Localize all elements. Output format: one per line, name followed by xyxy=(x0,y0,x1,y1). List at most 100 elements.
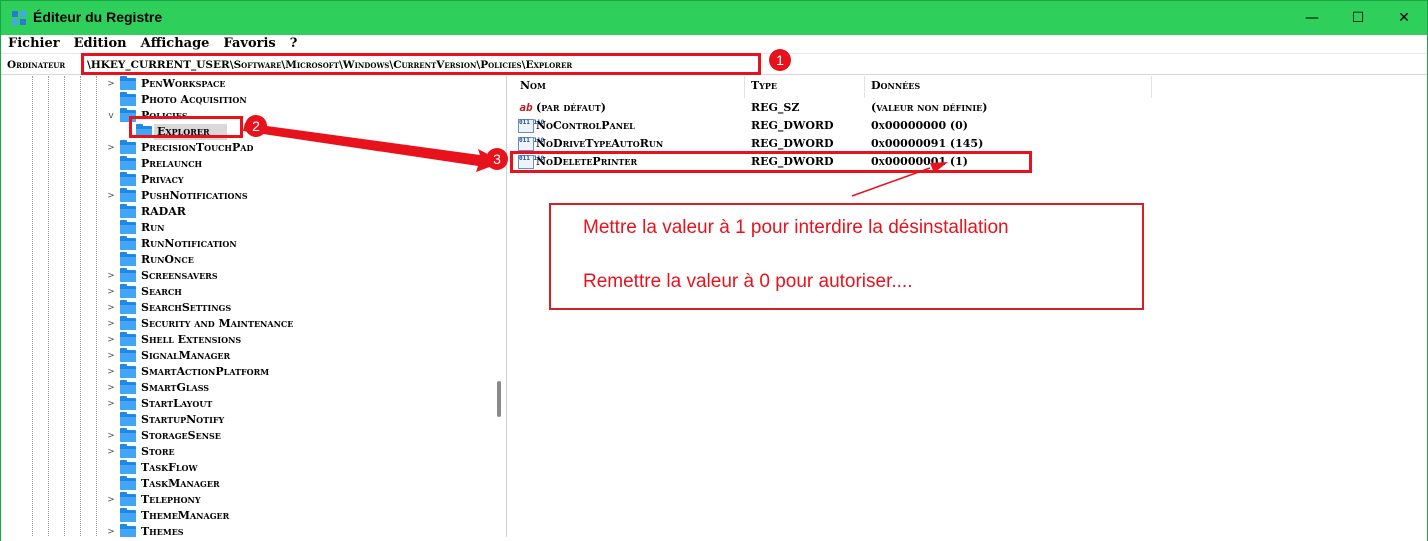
expand-chevron-icon[interactable]: > xyxy=(106,141,116,155)
tree-item[interactable]: > Screensavers xyxy=(4,268,489,284)
expand-chevron-icon[interactable] xyxy=(106,509,116,523)
expand-chevron-icon[interactable] xyxy=(106,93,116,107)
expand-chevron-icon[interactable] xyxy=(106,237,116,251)
menu-affichage[interactable]: Affichage xyxy=(134,35,217,53)
tree-item-label: Shell Extensions xyxy=(141,333,242,346)
expand-chevron-icon[interactable] xyxy=(106,253,116,267)
expand-chevron-icon[interactable]: > xyxy=(106,189,116,203)
badge-3: 3 xyxy=(486,148,508,170)
callout-line-2: Remettre la valeur à 0 pour autoriser...… xyxy=(583,271,913,292)
minimize-icon: — xyxy=(1305,10,1319,26)
tree-item[interactable]: RADAR xyxy=(4,204,489,220)
menu-fichier[interactable]: Fichier xyxy=(1,35,67,53)
tree-item-label: StartLayout xyxy=(141,397,213,410)
tree-item[interactable]: RunOnce xyxy=(4,252,489,268)
tree-item-label: StorageSense xyxy=(141,429,221,442)
menu-edition[interactable]: Edition xyxy=(67,35,134,53)
column-type[interactable]: Type xyxy=(751,79,777,92)
column-separator[interactable] xyxy=(864,76,865,98)
tree-item[interactable]: ThemeManager xyxy=(4,508,489,524)
expand-chevron-icon[interactable]: > xyxy=(106,365,116,379)
maximize-button[interactable]: ☐ xyxy=(1335,1,1381,35)
expand-chevron-icon[interactable] xyxy=(106,205,116,219)
tree-item[interactable]: > Telephony xyxy=(4,492,489,508)
tree-item[interactable]: > Store xyxy=(4,444,489,460)
value-row[interactable]: 011 110 NoControlPanel REG_DWORD 0x00000000… xyxy=(512,117,1152,135)
expand-chevron-icon[interactable] xyxy=(106,461,116,475)
binary-value-icon: 011 110 xyxy=(518,119,544,133)
expand-chevron-icon[interactable] xyxy=(106,221,116,235)
expand-chevron-icon[interactable]: > xyxy=(106,493,116,507)
folder-icon xyxy=(120,92,136,106)
folder-icon xyxy=(120,332,136,346)
minimize-button[interactable]: — xyxy=(1289,1,1335,35)
value-row[interactable]: ab (par défaut) REG_SZ (valeur non définie) xyxy=(512,99,1152,117)
tree-item[interactable]: > SignalManager xyxy=(4,348,489,364)
close-button[interactable]: ✕ xyxy=(1381,1,1427,35)
expand-chevron-icon[interactable]: > xyxy=(106,445,116,459)
tree-item[interactable]: > SearchSettings xyxy=(4,300,489,316)
column-name[interactable]: Nom xyxy=(520,79,546,92)
title-bar[interactable]: Éditeur du Registre — ☐ ✕ xyxy=(1,1,1427,35)
tree-item-label: Photo Acquisition xyxy=(141,93,247,106)
expand-chevron-icon[interactable] xyxy=(106,157,116,171)
folder-icon xyxy=(120,76,136,90)
tree-item[interactable]: > SmartActionPlatform xyxy=(4,364,489,380)
menu-favoris[interactable]: Favoris xyxy=(216,35,282,53)
expand-chevron-icon[interactable] xyxy=(106,173,116,187)
expand-chevron-icon[interactable]: > xyxy=(106,397,116,411)
tree-scrollbar-thumb[interactable] xyxy=(497,381,501,417)
instruction-callout: Mettre la valeur à 1 pour interdire la d… xyxy=(549,203,1144,310)
expand-chevron-icon[interactable]: > xyxy=(106,381,116,395)
tree-item[interactable]: > PenWorkspace xyxy=(4,76,489,92)
column-separator[interactable] xyxy=(1151,76,1152,98)
tree-item[interactable]: Photo Acquisition xyxy=(4,92,489,108)
column-separator[interactable] xyxy=(744,76,745,98)
registry-tree-pane[interactable]: > PenWorkspace Photo Acquisition v Policies E… xyxy=(4,76,507,541)
expand-chevron-icon[interactable]: > xyxy=(106,269,116,283)
tree-item[interactable]: Run xyxy=(4,220,489,236)
expand-chevron-icon[interactable]: > xyxy=(106,77,116,91)
expand-chevron-icon[interactable]: v xyxy=(106,109,116,123)
expand-chevron-icon[interactable] xyxy=(106,477,116,491)
tree-item[interactable]: Prelaunch xyxy=(4,156,489,172)
value-name: (par défaut) xyxy=(536,101,606,114)
expand-chevron-icon[interactable]: > xyxy=(106,317,116,331)
highlight-address-path xyxy=(81,53,761,75)
value-type: REG_DWORD xyxy=(751,119,834,132)
tree-item[interactable]: > Security and Maintenance xyxy=(4,316,489,332)
folder-icon xyxy=(120,236,136,250)
tree-item-label: TaskFlow xyxy=(141,461,198,474)
expand-chevron-icon[interactable]: > xyxy=(106,285,116,299)
value-name: NoControlPanel xyxy=(536,119,635,132)
column-data[interactable]: Données xyxy=(871,79,920,92)
close-icon: ✕ xyxy=(1398,10,1410,26)
tree-item[interactable]: StartupNotify xyxy=(4,412,489,428)
folder-icon xyxy=(120,364,136,378)
tree-item[interactable]: > Search xyxy=(4,284,489,300)
tree-item[interactable]: Privacy xyxy=(4,172,489,188)
tree-item[interactable]: > StartLayout xyxy=(4,396,489,412)
tree-item[interactable]: RunNotification xyxy=(4,236,489,252)
folder-icon xyxy=(120,172,136,186)
tree-scrollbar[interactable] xyxy=(490,76,506,541)
tree-item[interactable]: > PrecisionTouchPad xyxy=(4,140,489,156)
expand-chevron-icon[interactable]: > xyxy=(106,429,116,443)
expand-chevron-icon[interactable]: > xyxy=(106,301,116,315)
tree-item[interactable]: > StorageSense xyxy=(4,428,489,444)
folder-icon xyxy=(120,268,136,282)
tree-item[interactable]: TaskFlow xyxy=(4,460,489,476)
tree-item-label: SmartGlass xyxy=(141,381,210,394)
expand-chevron-icon[interactable] xyxy=(106,413,116,427)
expand-chevron-icon[interactable]: > xyxy=(106,349,116,363)
expand-chevron-icon[interactable]: > xyxy=(106,333,116,347)
folder-icon xyxy=(120,284,136,298)
tree-item[interactable]: > PushNotifications xyxy=(4,188,489,204)
tree-item[interactable]: TaskManager xyxy=(4,476,489,492)
tree-item[interactable]: > Shell Extensions xyxy=(4,332,489,348)
menu-help[interactable]: ? xyxy=(283,35,305,53)
tree-item-label: Run xyxy=(141,221,165,234)
folder-icon xyxy=(120,188,136,202)
tree-item-label: PrecisionTouchPad xyxy=(141,141,254,154)
tree-item[interactable]: > SmartGlass xyxy=(4,380,489,396)
